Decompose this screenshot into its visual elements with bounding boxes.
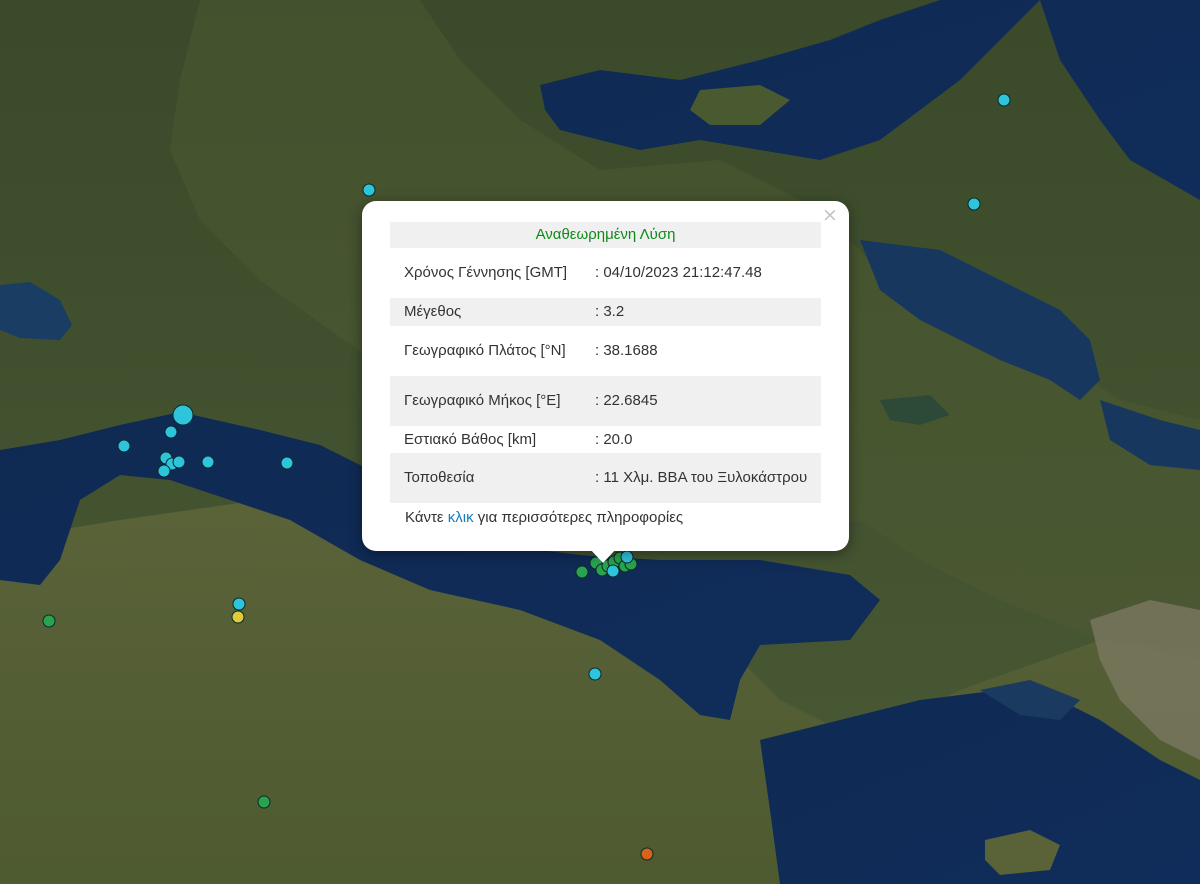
popup-pointer bbox=[590, 549, 616, 563]
depth-label: Εστιακό Βάθος [km] bbox=[404, 430, 537, 448]
earthquake-marker-icon[interactable] bbox=[42, 614, 56, 628]
more-info-prefix: Κάντε bbox=[405, 509, 448, 526]
table-row: Γεωγραφικό Μήκος [°E] : 22.6845 bbox=[390, 376, 821, 426]
earthquake-marker-icon[interactable] bbox=[620, 550, 634, 564]
table-row: Τοποθεσία : 11 Χλμ. ΒΒΑ του Ξυλοκάστρου bbox=[390, 453, 821, 503]
earthquake-marker-icon[interactable] bbox=[201, 455, 215, 469]
longitude-label: Γεωγραφικό Μήκος [°E] bbox=[404, 392, 561, 409]
table-row: Χρόνος Γέννησης [GMT] : 04/10/2023 21:12… bbox=[390, 248, 821, 298]
earthquake-details-table: Αναθεωρημένη Λύση Χρόνος Γέννησης [GMT] … bbox=[390, 222, 821, 503]
depth-value: : 20.0 bbox=[595, 430, 633, 448]
earthquake-marker-icon[interactable] bbox=[172, 404, 194, 426]
earthquake-marker-icon[interactable] bbox=[640, 847, 654, 861]
origin-time-value: : 04/10/2023 21:12:47.48 bbox=[595, 264, 762, 281]
earthquake-marker-icon[interactable] bbox=[280, 456, 294, 470]
latitude-value: : 38.1688 bbox=[595, 342, 658, 359]
earthquake-marker-icon[interactable] bbox=[362, 183, 376, 197]
magnitude-label: Μέγεθος bbox=[404, 303, 462, 320]
earthquake-marker-icon[interactable] bbox=[606, 564, 620, 578]
earthquake-marker-icon[interactable] bbox=[967, 197, 981, 211]
table-row: Εστιακό Βάθος [km] : 20.0 bbox=[390, 426, 821, 453]
earthquake-info-popup: × Αναθεωρημένη Λύση Χρόνος Γέννησης [GMT… bbox=[362, 201, 849, 551]
location-label: Τοποθεσία bbox=[404, 469, 475, 486]
earthquake-marker-icon[interactable] bbox=[231, 610, 245, 624]
table-row: Γεωγραφικό Πλάτος [°N] : 38.1688 bbox=[390, 326, 821, 376]
more-info-link[interactable]: κλικ bbox=[448, 509, 474, 526]
longitude-value: : 22.6845 bbox=[595, 392, 658, 409]
more-info-text: Κάντε κλικ για περισσότερες πληροφορίες bbox=[405, 509, 683, 526]
location-value: : 11 Χλμ. ΒΒΑ του Ξυλοκάστρου bbox=[595, 469, 808, 486]
origin-time-label: Χρόνος Γέννησης [GMT] bbox=[404, 264, 568, 281]
close-icon[interactable]: × bbox=[821, 205, 839, 225]
earthquake-marker-icon[interactable] bbox=[117, 439, 131, 453]
earthquake-marker-icon[interactable] bbox=[164, 425, 178, 439]
earthquake-marker-icon[interactable] bbox=[157, 464, 171, 478]
earthquake-marker-icon[interactable] bbox=[997, 93, 1011, 107]
latitude-label: Γεωγραφικό Πλάτος [°N] bbox=[404, 342, 566, 359]
earthquake-marker-icon[interactable] bbox=[232, 597, 246, 611]
more-info-suffix: για περισσότερες πληροφορίες bbox=[473, 509, 684, 526]
earthquake-marker-icon[interactable] bbox=[257, 795, 271, 809]
table-row: Μέγεθος : 3.2 bbox=[390, 298, 821, 326]
magnitude-value: : 3.2 bbox=[595, 303, 625, 320]
popup-title: Αναθεωρημένη Λύση bbox=[390, 222, 821, 248]
earthquake-marker-icon[interactable] bbox=[172, 455, 186, 469]
earthquake-marker-icon[interactable] bbox=[575, 565, 589, 579]
earthquake-marker-icon[interactable] bbox=[588, 667, 602, 681]
